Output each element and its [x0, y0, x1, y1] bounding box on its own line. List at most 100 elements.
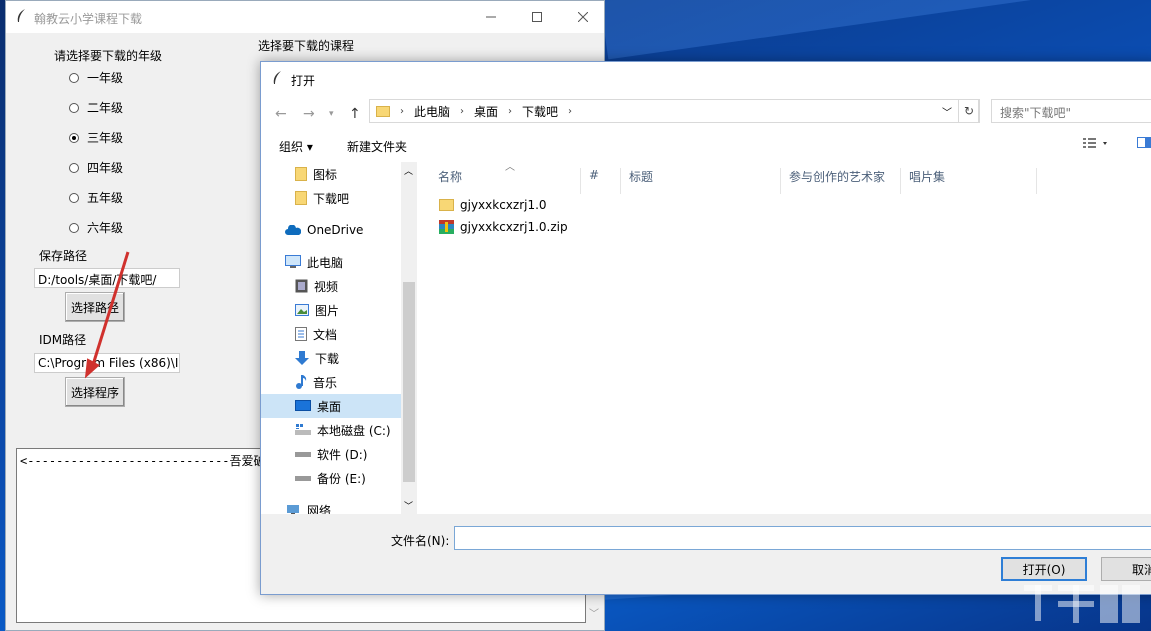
scrollbar-thumb[interactable]	[403, 282, 415, 482]
nav-item-label: 文档	[313, 327, 338, 342]
address-bar-row: ← → ▾ ↑ › 此电脑 › 桌面 › 下载吧 › ﹀ ↻ 搜索"下载吧"	[261, 97, 1151, 131]
nav-item-music[interactable]: 音乐	[261, 370, 401, 394]
breadcrumb-item[interactable]: 桌面	[474, 103, 498, 120]
document-icon	[295, 327, 307, 341]
preview-pane-icon[interactable]	[1137, 136, 1151, 153]
zip-archive-icon	[439, 220, 454, 234]
chevron-right-icon: ›	[460, 105, 465, 117]
filename-input[interactable]	[454, 526, 1151, 550]
up-arrow-icon[interactable]: ↑	[349, 106, 361, 122]
nav-item-downloads[interactable]: 下载	[261, 346, 401, 370]
chevron-right-icon: ›	[400, 105, 404, 117]
annotation-arrow-icon	[84, 251, 130, 379]
column-header-number[interactable]: #	[581, 168, 621, 194]
breadcrumb-item[interactable]: 此电脑	[414, 103, 450, 120]
breadcrumb-item[interactable]: 下载吧	[522, 103, 558, 120]
nav-item-videos[interactable]: 视频	[261, 274, 401, 298]
dialog-title: 打开	[291, 74, 316, 88]
dialog-footer: 文件名(N): 打开(O) 取消	[261, 514, 1151, 594]
grade-radio-1[interactable]: 一年级	[69, 69, 123, 86]
nav-item-this-pc[interactable]: 此电脑	[261, 250, 401, 274]
column-header-artist[interactable]: 参与创作的艺术家	[781, 168, 901, 194]
file-name: gjyxxkcxzrj1.0	[460, 198, 547, 212]
forward-arrow-icon[interactable]: →	[303, 106, 315, 122]
radio-button-selected[interactable]	[69, 132, 79, 143]
nav-item-drive-e[interactable]: 备份 (E:)	[261, 466, 401, 490]
nav-item-label: 音乐	[313, 375, 338, 390]
minimize-button[interactable]	[468, 1, 514, 33]
nav-item-label: 桌面	[317, 399, 342, 414]
cancel-button[interactable]: 取消	[1101, 557, 1151, 581]
grade-radio-6[interactable]: 六年级	[69, 219, 123, 236]
nav-item-network[interactable]: 网络	[261, 498, 401, 514]
address-box[interactable]: › 此电脑 › 桌面 › 下载吧 › ﹀	[369, 99, 979, 123]
chevron-down-icon[interactable]: ﹀	[404, 499, 413, 512]
nav-scrollbar[interactable]: ︿ ﹀	[401, 162, 417, 514]
nav-item-documents[interactable]: 文档	[261, 322, 401, 346]
file-name: gjyxxkcxzrj1.0.zip	[460, 220, 568, 234]
close-button[interactable]	[560, 1, 606, 33]
nav-item-label: 视频	[314, 279, 339, 294]
log-line: <----------------------------吾爱破解	[20, 454, 278, 468]
nav-item-label: 图标	[313, 167, 338, 182]
radio-button[interactable]	[69, 102, 79, 113]
file-item-folder[interactable]: gjyxxkcxzrj1.0	[439, 198, 547, 212]
radio-button[interactable]	[69, 162, 79, 173]
search-input[interactable]: 搜索"下载吧"	[991, 99, 1151, 123]
organize-menu[interactable]: 组织 ▾	[279, 138, 313, 155]
column-header-album[interactable]: 唱片集	[901, 168, 1037, 194]
refresh-button[interactable]: ↻	[958, 99, 980, 123]
file-list-pane: ︿ 名称 # 标题 参与创作的艺术家 唱片集 gjyxxkcxzrj1.0 gj…	[417, 162, 1151, 514]
filename-label: 文件名(N):	[391, 534, 450, 548]
cloud-icon	[285, 224, 301, 235]
folder-icon	[376, 105, 390, 117]
music-icon	[296, 375, 307, 389]
nav-item-icons[interactable]: 图标	[261, 162, 401, 186]
folder-icon	[295, 191, 307, 205]
folder-icon	[295, 167, 307, 181]
recent-chevron-icon[interactable]: ▾	[329, 109, 334, 119]
nav-item-label: 软件 (D:)	[317, 447, 368, 462]
nav-item-label: 此电脑	[307, 255, 344, 270]
grade-radio-3[interactable]: 三年级	[69, 129, 123, 146]
picture-icon	[295, 304, 309, 316]
scroll-down-icon[interactable]: ﹀	[589, 605, 599, 620]
refresh-icon: ↻	[963, 104, 975, 118]
nav-item-drive-c[interactable]: 本地磁盘 (C:)	[261, 418, 401, 442]
radio-label: 四年级	[87, 161, 124, 175]
back-arrow-icon[interactable]: ←	[275, 106, 287, 122]
watermark-logo	[1024, 585, 1140, 623]
chevron-up-icon[interactable]: ︿	[404, 164, 413, 177]
radio-button[interactable]	[69, 192, 79, 203]
nav-item-desktop[interactable]: 桌面	[261, 394, 401, 418]
grade-radio-5[interactable]: 五年级	[69, 189, 123, 206]
radio-button[interactable]	[69, 222, 79, 233]
file-item-zip[interactable]: gjyxxkcxzrj1.0.zip	[439, 220, 568, 234]
main-titlebar[interactable]: 翰教云小学课程下载	[6, 1, 604, 33]
new-folder-button[interactable]: 新建文件夹	[347, 138, 407, 155]
window-title: 翰教云小学课程下载	[34, 12, 143, 26]
nav-item-drive-d[interactable]: 软件 (D:)	[261, 442, 401, 466]
chevron-down-icon[interactable]: ﹀	[942, 104, 952, 119]
radio-label: 五年级	[87, 191, 124, 205]
grade-radio-4[interactable]: 四年级	[69, 159, 123, 176]
nav-item-pictures[interactable]: 图片	[261, 298, 401, 322]
radio-label: 二年级	[87, 101, 124, 115]
nav-item-onedrive[interactable]: OneDrive	[261, 218, 401, 242]
drive-icon	[295, 452, 311, 457]
nav-item-label: 图片	[315, 303, 340, 318]
maximize-button[interactable]	[514, 1, 560, 33]
windows-drive-icon	[295, 424, 311, 435]
open-file-dialog: 打开 ← → ▾ ↑ › 此电脑 › 桌面 › 下载吧 › ﹀ ↻ 搜索"下载吧…	[260, 61, 1151, 595]
view-options-icon[interactable]	[1083, 136, 1111, 153]
course-label: 选择要下载的课程	[258, 39, 355, 53]
grade-radio-2[interactable]: 二年级	[69, 99, 123, 116]
column-header-name[interactable]: 名称	[417, 168, 581, 194]
radio-button[interactable]	[69, 72, 79, 83]
chevron-right-icon: ›	[568, 105, 573, 117]
open-button[interactable]: 打开(O)	[1001, 557, 1087, 581]
radio-label: 一年级	[87, 71, 124, 85]
nav-item-xiazaiba[interactable]: 下载吧	[261, 186, 401, 210]
column-header-title[interactable]: 标题	[621, 168, 781, 194]
desktop-icon	[295, 400, 311, 411]
